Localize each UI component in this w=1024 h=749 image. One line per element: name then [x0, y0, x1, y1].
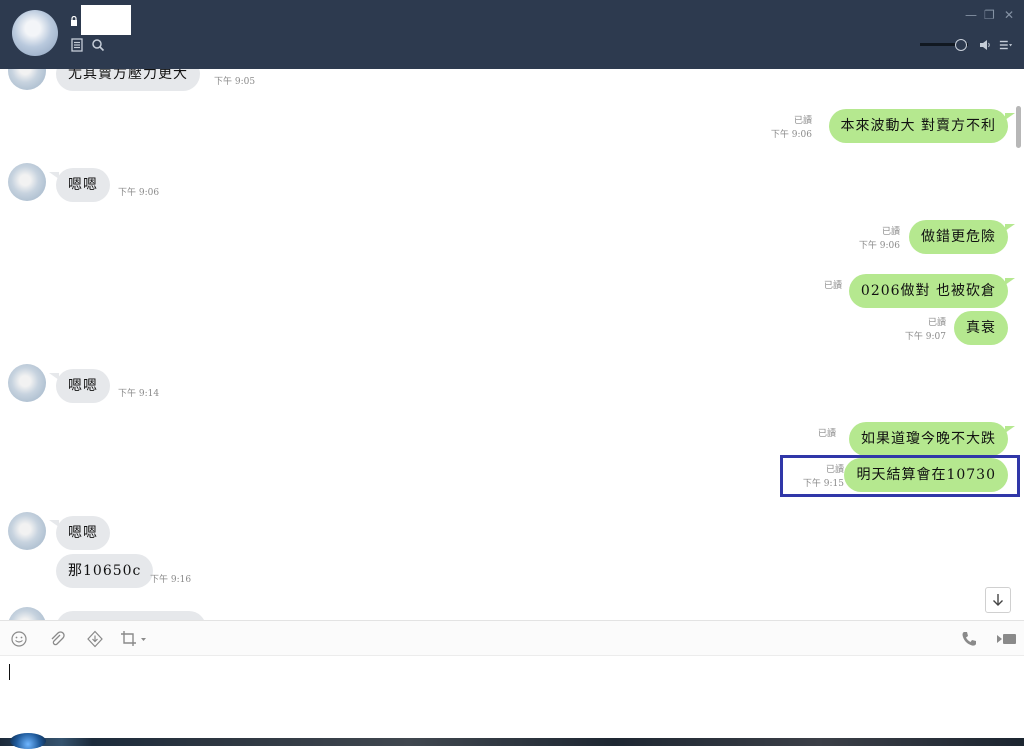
outgoing-message[interactable]: 本來波動大 對賣方不利: [828, 109, 1016, 143]
outgoing-message[interactable]: 真衰: [954, 311, 1008, 345]
outgoing-message[interactable]: 0206做對 也被砍倉: [848, 274, 1016, 308]
selection-highlight-box: [780, 455, 1020, 497]
message-time: 下午 9:07: [904, 332, 946, 342]
message-time: 下午 9:06: [770, 130, 812, 140]
outgoing-message[interactable]: 如果道瓊今晚不大跌: [849, 422, 1015, 456]
message-time: 下午 9:16: [150, 575, 192, 585]
incoming-message[interactable]: 嗯嗯: [49, 516, 110, 550]
windows-taskbar: [0, 738, 1024, 746]
message-time: 下午 9:06: [118, 188, 160, 198]
lock-icon: [71, 16, 77, 26]
message-input[interactable]: [0, 656, 1024, 738]
restore-icon[interactable]: ❐: [984, 8, 995, 22]
read-receipt: 已讀: [823, 281, 842, 291]
scroll-to-bottom-button[interactable]: [985, 587, 1011, 613]
search-icon[interactable]: [91, 38, 105, 52]
speaker-icon[interactable]: [978, 38, 992, 52]
title-bar: — ❐ ✕: [0, 0, 1024, 69]
incoming-message[interactable]: 尤其賣方壓力更大: [56, 69, 200, 91]
incoming-message[interactable]: [56, 611, 206, 620]
attachment-icon[interactable]: [48, 630, 66, 648]
menu-icon[interactable]: [999, 38, 1013, 52]
contact-avatar-small[interactable]: [8, 607, 46, 620]
phone-icon[interactable]: [960, 630, 978, 648]
notes-icon[interactable]: [70, 38, 84, 52]
contact-avatar[interactable]: [12, 10, 58, 56]
incoming-message[interactable]: 嗯嗯: [49, 168, 110, 202]
crop-screenshot-icon[interactable]: [120, 630, 148, 648]
chat-history[interactable]: 尤其賣方壓力更大 下午 9:05 已讀 下午 9:06 本來波動大 對賣方不利 …: [0, 69, 1024, 620]
incoming-message[interactable]: 那10650c: [56, 554, 154, 588]
message-time: 下午 9:06: [858, 241, 900, 251]
download-icon[interactable]: [86, 630, 104, 648]
read-receipt: 已讀: [817, 429, 836, 439]
message-time: 下午 9:14: [118, 389, 160, 399]
minimize-icon[interactable]: —: [965, 8, 977, 22]
read-receipt: 已讀: [881, 227, 900, 237]
video-icon[interactable]: [996, 630, 1018, 648]
close-icon[interactable]: ✕: [1004, 8, 1014, 22]
contact-avatar-small[interactable]: [8, 512, 46, 550]
arrow-down-icon: [993, 594, 1003, 606]
contact-name: [81, 5, 131, 35]
incoming-message[interactable]: 嗯嗯: [49, 369, 110, 403]
contact-avatar-small[interactable]: [8, 69, 46, 90]
start-button[interactable]: [10, 733, 46, 749]
contact-avatar-small[interactable]: [8, 364, 46, 402]
volume-slider-knob[interactable]: [954, 39, 967, 51]
text-cursor: [9, 664, 10, 680]
read-receipt: 已讀: [927, 318, 946, 328]
chat-scrollbar[interactable]: [1016, 106, 1021, 148]
input-toolbar: [0, 620, 1024, 656]
read-receipt: 已讀: [793, 116, 812, 126]
message-time: 下午 9:05: [214, 77, 256, 87]
emoji-icon[interactable]: [10, 630, 28, 648]
contact-avatar-small[interactable]: [8, 163, 46, 201]
outgoing-message[interactable]: 做錯更危險: [909, 220, 1015, 254]
